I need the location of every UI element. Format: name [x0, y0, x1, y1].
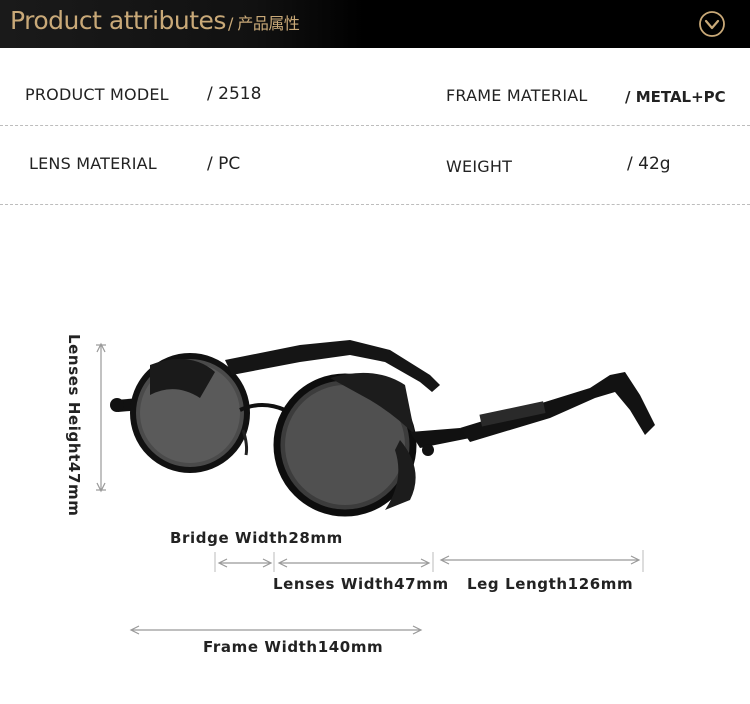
attr-value-weight: / 42g	[627, 154, 671, 174]
glasses-diagram: Lenses Height47mm Bridge Width28mm Lense…	[65, 334, 655, 656]
sunglasses-image	[110, 340, 655, 517]
page-title: Product attributes / 产品属性	[10, 6, 300, 35]
dim-label-bridge-width: Bridge Width28mm	[170, 529, 343, 547]
row-divider	[0, 125, 750, 126]
attr-label-weight: WEIGHT	[446, 157, 513, 176]
attr-label-product-model: PRODUCT MODEL	[25, 85, 169, 104]
attr-label-lens-material: LENS MATERIAL	[29, 154, 157, 173]
dim-label-leg-length: Leg Length126mm	[467, 575, 633, 593]
dim-label-lenses-height: Lenses Height47mm	[65, 334, 83, 516]
dim-label-frame-width: Frame Width140mm	[203, 638, 383, 656]
attr-label-frame-material: FRAME MATERIAL	[446, 86, 588, 105]
header-bar: Product attributes / 产品属性	[0, 0, 750, 48]
attr-value-product-model: / 2518	[207, 84, 262, 104]
dim-label-lenses-width: Lenses Width47mm	[273, 575, 449, 593]
attr-value-lens-material: / PC	[207, 154, 241, 174]
chevron-down-circle-icon[interactable]	[699, 11, 725, 37]
attr-value-frame-material: / METAL+PC	[625, 88, 726, 106]
header-title-box: Product attributes / 产品属性	[0, 0, 365, 48]
row-divider	[0, 204, 750, 205]
page-subtitle: / 产品属性	[227, 14, 300, 33]
page-title-text: Product attributes	[10, 6, 226, 35]
